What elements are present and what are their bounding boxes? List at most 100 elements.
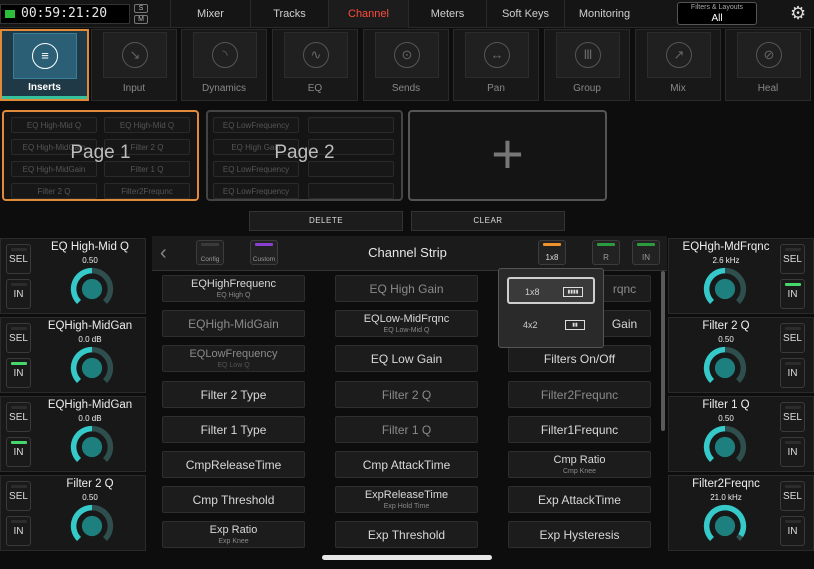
param-button[interactable]: Exp Ratio Exp Knee	[162, 521, 305, 549]
in-button[interactable]: IN	[780, 437, 805, 467]
strip-param-name: Filter2Freqnc	[692, 478, 760, 490]
param-button[interactable]: Filter 2 Q	[335, 380, 478, 408]
param-button[interactable]: rqnc	[598, 275, 651, 302]
sel-button[interactable]: SEL	[6, 481, 31, 511]
category-mix[interactable]: ↗ Mix	[635, 29, 721, 101]
param-button[interactable]: Cmp Threshold	[162, 486, 305, 514]
sel-button[interactable]: SEL	[6, 323, 31, 353]
param-button[interactable]: Filter1Frequnc	[508, 415, 651, 443]
layout-option-label: 1x8	[525, 287, 540, 297]
in-button[interactable]: IN	[780, 516, 805, 546]
param-button[interactable]: CmpReleaseTime	[162, 451, 305, 478]
param-name: Exp Hysteresis	[539, 528, 620, 543]
param-name: EQHigh-MidGain	[188, 317, 279, 332]
left-strip-1: SEL IN EQ High-Mid Q 0.50	[0, 238, 146, 314]
tab-tracks[interactable]: Tracks	[250, 0, 328, 28]
param-button[interactable]: Exp AttackTime	[508, 486, 651, 514]
category-pan[interactable]: ↔ Pan	[453, 29, 539, 101]
sel-led	[785, 327, 801, 330]
param-sub: EQ Low-Mid Q	[383, 327, 430, 335]
category-heal[interactable]: ⊘ Heal	[725, 29, 811, 101]
sel-button[interactable]: SEL	[780, 323, 805, 353]
knob-icon[interactable]	[700, 424, 750, 470]
back-icon[interactable]: ‹	[160, 240, 180, 266]
page-cell: EQ High-Mid Q	[104, 117, 190, 133]
param-button[interactable]: ExpReleaseTime Exp Hold Time	[335, 486, 478, 514]
param-button[interactable]: Filter 2 Type	[162, 380, 305, 408]
tab-monitoring[interactable]: Monitoring	[564, 0, 644, 28]
input-button[interactable]: IN	[632, 240, 660, 265]
in-button[interactable]: IN	[6, 279, 31, 309]
sel-button[interactable]: SEL	[6, 244, 31, 274]
gear-icon[interactable]: ⚙	[790, 3, 806, 24]
strip-param-name: EQHigh-MidGan	[47, 399, 133, 411]
scrollbar[interactable]	[661, 271, 665, 431]
in-led	[785, 520, 801, 523]
param-button[interactable]: Cmp AttackTime	[335, 451, 478, 478]
in-button[interactable]: IN	[6, 437, 31, 467]
param-button[interactable]: Cmp Ratio Cmp Knee	[508, 451, 651, 478]
category-icon-box: ↗	[647, 32, 711, 78]
filters-value: All	[711, 13, 723, 24]
knob-icon[interactable]	[67, 266, 117, 312]
param-sub: Exp Knee	[218, 538, 249, 546]
param-button[interactable]: Filters On/Off	[508, 345, 651, 373]
knob-icon[interactable]	[67, 345, 117, 391]
param-button[interactable]: Exp Hysteresis	[508, 521, 651, 549]
custom-button[interactable]: Custom	[250, 240, 278, 265]
param-button[interactable]: EQLow-MidFrqnc EQ Low-Mid Q	[335, 310, 478, 338]
param-name: Exp AttackTime	[538, 493, 621, 508]
add-page-button[interactable]: +	[408, 110, 607, 201]
tab-mixer[interactable]: Mixer	[170, 0, 250, 28]
page-2-card[interactable]: EQ LowFrequency EQ High Gain EQ LowFrequ…	[206, 110, 403, 201]
knob-icon[interactable]	[67, 424, 117, 470]
sel-button[interactable]: SEL	[780, 481, 805, 511]
layout-option-1x8[interactable]: 1x8 ▮▮▮▮	[507, 277, 595, 304]
pan-icon: ↔	[484, 42, 510, 68]
in-button[interactable]: IN	[6, 358, 31, 388]
category-dynamics[interactable]: ◝ Dynamics	[181, 29, 267, 101]
in-button[interactable]: IN	[780, 279, 805, 309]
knob-icon[interactable]	[67, 503, 117, 549]
param-button[interactable]: Filter 1 Q	[335, 415, 478, 443]
mix-icon: ↗	[666, 42, 692, 68]
tab-channel[interactable]: Channel	[328, 0, 408, 28]
record-button[interactable]: R	[592, 240, 620, 265]
knob-icon[interactable]	[700, 503, 750, 549]
clear-button[interactable]: CLEAR	[411, 211, 565, 231]
param-button[interactable]: EQLowFrequency EQ Low Q	[162, 345, 305, 373]
param-button[interactable]: Exp Threshold	[335, 521, 478, 549]
param-name: EQLowFrequency	[189, 348, 278, 361]
category-inserts[interactable]: ≡ Inserts	[0, 29, 89, 101]
param-sub: Exp Hold Time	[383, 503, 430, 511]
tab-soft-keys[interactable]: Soft Keys	[486, 0, 564, 28]
param-button[interactable]: EQHigh-MidGain	[162, 310, 305, 338]
param-button[interactable]: EQ High Gain	[335, 275, 478, 302]
small-button-m[interactable]: M	[134, 15, 148, 24]
in-button[interactable]: IN	[6, 516, 31, 546]
small-button-s[interactable]: S	[134, 4, 148, 13]
layout-option-4x2[interactable]: 4x2 ▮▮	[507, 312, 595, 339]
config-button[interactable]: Config	[196, 240, 224, 265]
layout-1x8-button[interactable]: 1x8	[538, 240, 566, 265]
param-button[interactable]: EQ Low Gain	[335, 345, 478, 373]
param-button[interactable]: EQHighFrequenc EQ High Q	[162, 275, 305, 302]
page-1-card[interactable]: EQ High-Mid Q EQ High-Mid Q EQ High-MidG…	[2, 110, 199, 201]
sel-button[interactable]: SEL	[6, 402, 31, 432]
category-sends[interactable]: ⊙ Sends	[363, 29, 449, 101]
param-button[interactable]: Filter 1 Type	[162, 415, 305, 443]
category-eq[interactable]: ∿ EQ	[272, 29, 358, 101]
sel-button[interactable]: SEL	[780, 244, 805, 274]
delete-button[interactable]: DELETE	[249, 211, 403, 231]
category-group[interactable]: Ⅲ Group	[544, 29, 630, 101]
filters-layouts-selector[interactable]: Filters & Layouts All	[677, 2, 757, 25]
param-button[interactable]: Filter2Frequnc	[508, 380, 651, 408]
tab-meters[interactable]: Meters	[408, 0, 486, 28]
left-strip-2: SEL IN EQHigh-MidGan 0.0 dB	[0, 317, 146, 393]
param-button[interactable]: Gain	[598, 310, 651, 338]
in-button[interactable]: IN	[780, 358, 805, 388]
knob-icon[interactable]	[700, 266, 750, 312]
category-input[interactable]: ↘ Input	[91, 29, 177, 101]
knob-icon[interactable]	[700, 345, 750, 391]
sel-button[interactable]: SEL	[780, 402, 805, 432]
